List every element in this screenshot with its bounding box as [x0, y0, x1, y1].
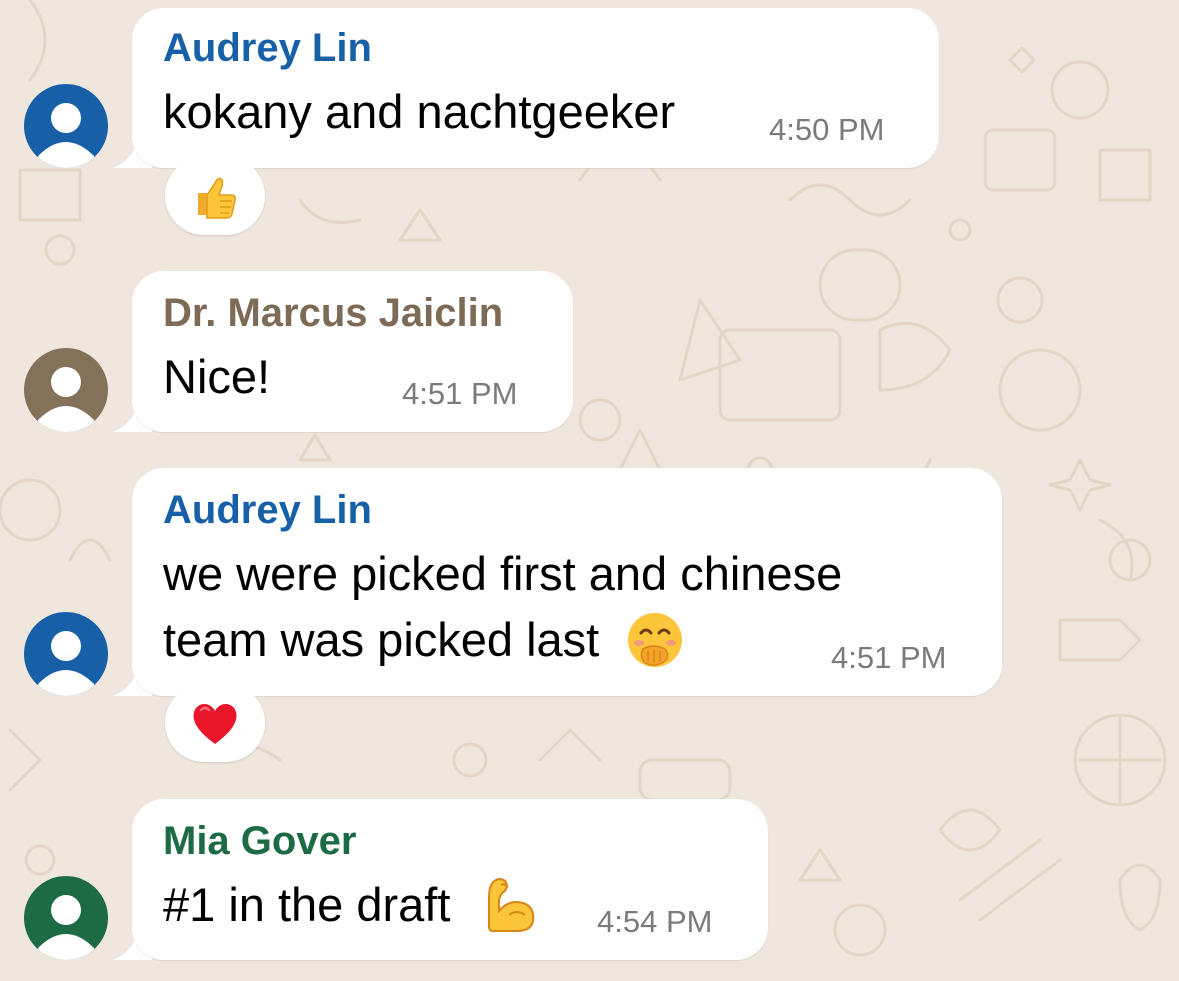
message-timestamp: 4:50 PM	[769, 112, 885, 147]
avatar[interactable]	[24, 876, 108, 960]
avatar[interactable]	[24, 84, 108, 168]
message-timestamp: 4:51 PM	[831, 640, 947, 675]
message-bubble[interactable]: Audrey Lin we were picked first and chin…	[132, 468, 1002, 696]
message-text: kokany and nachtgeeker	[163, 85, 676, 138]
person-icon	[38, 367, 94, 432]
red-heart-icon	[193, 703, 237, 744]
message-bubble[interactable]: Dr. Marcus Jaiclin Nice! 4:51 PM	[132, 271, 573, 432]
message-text-label: #1 in the draft	[163, 878, 451, 931]
message-text-line-2-label: team was picked last	[163, 613, 600, 666]
sender-name[interactable]: Dr. Marcus Jaiclin	[163, 291, 503, 336]
message-text-line-2: team was picked last	[163, 608, 684, 672]
avatar[interactable]	[24, 612, 108, 696]
message-bubble[interactable]: Mia Gover #1 in the draft 4:54 PM	[132, 799, 768, 960]
reaction-badge[interactable]	[165, 684, 265, 762]
person-icon	[38, 631, 94, 696]
sender-name[interactable]: Mia Gover	[163, 819, 356, 864]
thumbs-up-icon	[198, 177, 236, 219]
message-timestamp: 4:51 PM	[402, 376, 518, 411]
flexed-biceps-icon	[488, 877, 535, 932]
person-icon	[38, 103, 94, 168]
sender-name[interactable]: Audrey Lin	[163, 26, 372, 71]
face-with-hand-over-mouth-icon	[628, 612, 683, 667]
message-text: #1 in the draft	[163, 873, 539, 937]
message-text-line-1: we were picked first and chinese	[163, 547, 843, 600]
sender-name[interactable]: Audrey Lin	[163, 488, 372, 533]
message-text: Nice!	[163, 350, 271, 403]
person-icon	[38, 895, 94, 960]
avatar[interactable]	[24, 348, 108, 432]
reaction-badge[interactable]	[165, 157, 265, 235]
message-bubble[interactable]: Audrey Lin kokany and nachtgeeker 4:50 P…	[132, 8, 939, 168]
message-timestamp: 4:54 PM	[597, 904, 713, 939]
